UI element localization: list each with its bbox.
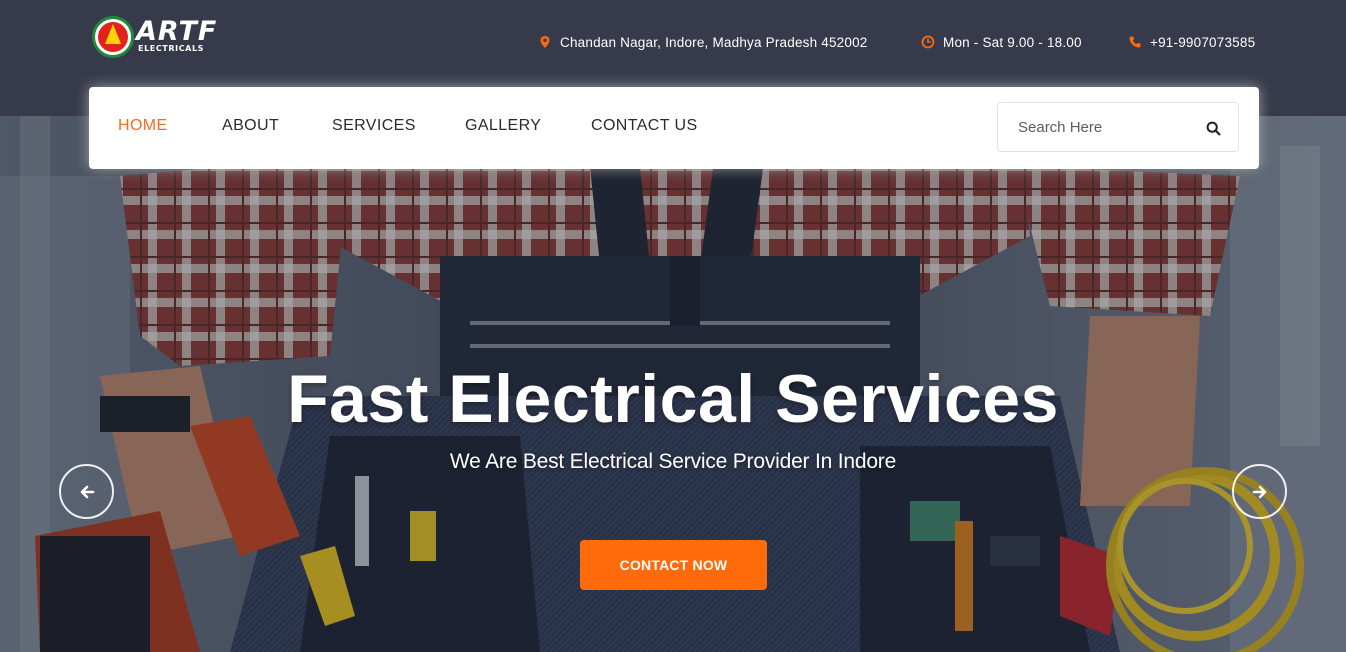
nav-item-contact-us[interactable]: CONTACT US bbox=[591, 117, 698, 135]
arrow-left-icon bbox=[80, 485, 94, 498]
brand-logo[interactable]: ARTF ELECTRICALS bbox=[92, 16, 232, 60]
hours-text: Mon - Sat 9.00 - 18.00 bbox=[943, 34, 1082, 50]
address-info: Chandan Nagar, Indore, Madhya Pradesh 45… bbox=[538, 32, 868, 52]
phone-info[interactable]: +91-9907073585 bbox=[1128, 32, 1255, 52]
logo-emblem-icon bbox=[92, 16, 134, 58]
nav-item-home[interactable]: HOME bbox=[118, 117, 168, 135]
hours-info: Mon - Sat 9.00 - 18.00 bbox=[921, 32, 1082, 52]
nav-item-services[interactable]: SERVICES bbox=[332, 117, 416, 135]
nav-item-gallery[interactable]: GALLERY bbox=[465, 117, 541, 135]
phone-icon bbox=[1128, 35, 1142, 49]
brand-name: ARTF bbox=[136, 16, 218, 47]
main-navigation: HOME ABOUT SERVICES GALLERY CONTACT US bbox=[89, 87, 1259, 169]
slider-next-button[interactable] bbox=[1232, 464, 1287, 519]
brand-tagline: ELECTRICALS bbox=[138, 44, 205, 53]
search-input[interactable] bbox=[999, 104, 1199, 150]
clock-icon bbox=[921, 35, 935, 49]
arrow-right-icon bbox=[1252, 485, 1266, 498]
hero-subtitle: We Are Best Electrical Service Provider … bbox=[449, 450, 897, 473]
slider-prev-button[interactable] bbox=[59, 464, 114, 519]
hero-title: Fast Electrical Services bbox=[287, 361, 1059, 437]
phone-text: +91-9907073585 bbox=[1150, 34, 1256, 50]
search-icon bbox=[1206, 121, 1220, 135]
address-text: Chandan Nagar, Indore, Madhya Pradesh 45… bbox=[560, 34, 868, 50]
map-pin-icon bbox=[538, 35, 552, 49]
hero-slider: Fast Electrical Services We Are Best Ele… bbox=[0, 116, 1346, 652]
nav-item-about[interactable]: ABOUT bbox=[222, 117, 279, 135]
search-box bbox=[997, 102, 1239, 152]
search-button[interactable] bbox=[1202, 117, 1224, 139]
contact-now-button[interactable]: CONTACT NOW bbox=[580, 540, 767, 590]
